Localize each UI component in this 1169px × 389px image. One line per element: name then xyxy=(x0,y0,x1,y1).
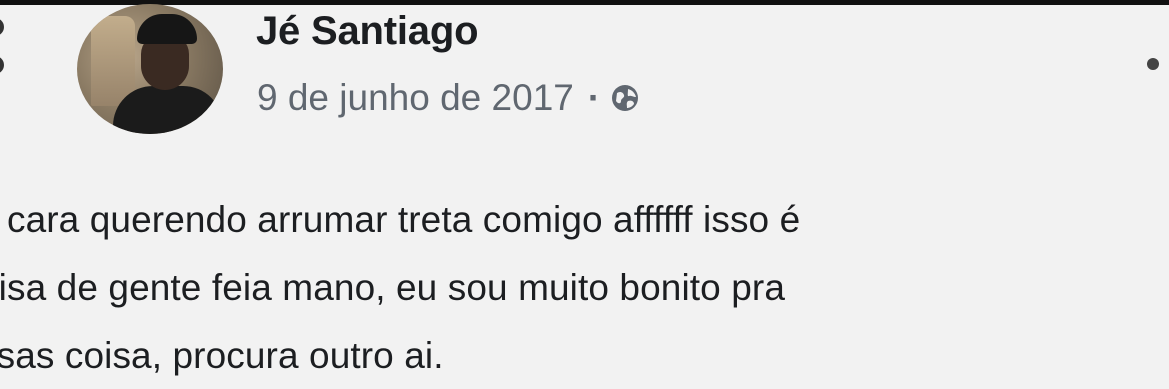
globe-icon xyxy=(612,85,639,111)
post-text-line: ssas coisa, procura outro ai. xyxy=(0,335,444,376)
more-options-icon[interactable] xyxy=(1147,58,1159,70)
avatar[interactable] xyxy=(77,4,223,134)
avatar-background xyxy=(91,16,135,106)
meta-separator: · xyxy=(587,77,601,118)
post-text: s cara querendo arrumar treta comigo aff… xyxy=(0,186,1169,389)
top-border xyxy=(0,0,1169,5)
post-text-line: oisa de gente feia mano, eu sou muito bo… xyxy=(0,267,786,308)
post-meta: 9 de junho de 2017 · xyxy=(257,77,640,119)
avatar-shirt xyxy=(113,86,223,134)
dot-icon xyxy=(0,18,4,36)
author-name[interactable]: Jé Santiago xyxy=(256,9,479,54)
dot-icon xyxy=(0,56,4,74)
facebook-post: Jé Santiago 9 de junho de 2017 · s cara … xyxy=(0,0,1169,389)
post-date[interactable]: 9 de junho de 2017 xyxy=(257,77,574,119)
side-icons xyxy=(0,18,12,94)
avatar-cap xyxy=(137,14,197,44)
post-text-line: s cara querendo arrumar treta comigo aff… xyxy=(0,199,801,240)
